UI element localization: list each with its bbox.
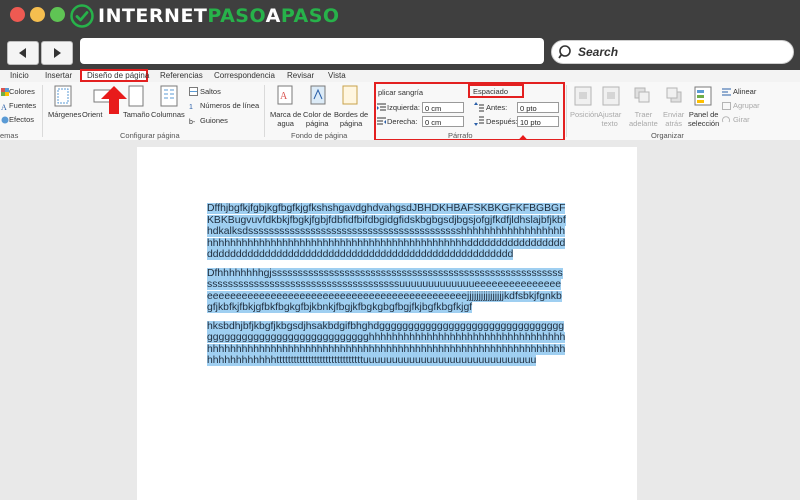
- forward-arrow-icon: [54, 48, 61, 58]
- agrupar-button[interactable]: Agrupar: [733, 101, 760, 110]
- indent-right-icon: [377, 117, 386, 125]
- page-borders-icon: [342, 85, 358, 105]
- watermark-icon: A: [277, 85, 293, 105]
- brand-icon: [70, 4, 94, 28]
- ribbon-separator: [566, 85, 567, 137]
- bordes-de-pagina-button[interactable]: Bordes de página: [334, 110, 368, 128]
- espaciado-label: Espaciado: [473, 87, 509, 96]
- group-label-parrafo: Párrafo: [448, 131, 473, 140]
- back-arrow-icon: [19, 48, 26, 58]
- tab-diseno-de-pagina[interactable]: Diseño de página: [87, 70, 149, 82]
- fonts-icon: A: [1, 103, 7, 110]
- tab-insertar[interactable]: Insertar: [45, 70, 72, 82]
- ajustar-texto-button[interactable]: Ajustar texto: [598, 110, 621, 128]
- svg-text:A: A: [1, 103, 7, 110]
- ribbon-separator: [42, 85, 43, 137]
- paragraph[interactable]: Dfhhhhhhhhgjssssssssssssssssssssssssssss…: [207, 267, 566, 314]
- page-color-icon: [310, 85, 326, 105]
- margenes-button[interactable]: Márgenes: [48, 110, 81, 119]
- antes-label: Antes:: [486, 103, 508, 112]
- numeros-de-linea-button[interactable]: Números de línea: [200, 101, 259, 110]
- hyphenation-icon: b-: [189, 119, 196, 125]
- back-button[interactable]: [7, 41, 39, 65]
- izquierda-label: Izquierda:: [387, 103, 420, 112]
- spacing-after-icon: [474, 116, 484, 126]
- indent-right-input[interactable]: 0 cm: [422, 116, 464, 127]
- search-label: Search: [578, 45, 619, 59]
- tab-revisar[interactable]: Revisar: [287, 70, 314, 82]
- colors-icon: [1, 88, 9, 96]
- group-label-fondo-de-pagina: Fondo de página: [291, 131, 348, 140]
- orientacion-button[interactable]: Orient: [82, 110, 102, 119]
- margins-icon: [54, 85, 72, 107]
- breaks-icon: [189, 87, 198, 96]
- paragraph[interactable]: hksbdhjbfjkbgfjkbgsdjhsakbdgifbhghdggggg…: [207, 320, 566, 367]
- tab-vista[interactable]: Vista: [328, 70, 346, 82]
- guiones-button[interactable]: Guiones: [200, 116, 228, 125]
- search-icon: [558, 45, 571, 59]
- group-icon: [722, 102, 731, 110]
- line-numbers-icon: 1: [189, 104, 193, 110]
- align-icon: [722, 88, 731, 96]
- posicion-button[interactable]: Posición: [570, 110, 598, 119]
- maximize-window-button[interactable]: [50, 7, 65, 22]
- alinear-button[interactable]: Alinear: [733, 87, 756, 96]
- address-bar[interactable]: [80, 38, 544, 64]
- panel-de-seleccion-button[interactable]: Panel de selección: [688, 110, 719, 128]
- svg-text:1: 1: [189, 104, 193, 110]
- tab-referencias[interactable]: Referencias: [160, 70, 203, 82]
- enviar-atras-button[interactable]: Enviar atrás: [663, 110, 684, 128]
- tab-inicio[interactable]: Inicio: [10, 70, 29, 82]
- spacing-after-input[interactable]: 10 pto: [517, 116, 559, 127]
- columns-icon: [160, 85, 178, 107]
- ribbon-separator: [264, 85, 265, 137]
- despues-label: Después:: [486, 117, 518, 126]
- derecha-label: Derecha:: [387, 117, 418, 126]
- girar-button[interactable]: Girar: [733, 115, 750, 124]
- minimize-window-button[interactable]: [30, 7, 45, 22]
- size-icon: [128, 85, 144, 107]
- indent-left-icon: [377, 103, 386, 111]
- group-label-configurar-pagina: Configurar página: [120, 131, 180, 140]
- send-backward-icon: [666, 87, 682, 103]
- forward-button[interactable]: [41, 41, 73, 65]
- paragraph[interactable]: Dffhjbgfkjfgbjkgfbgfkjgfkshshgavdghdvahg…: [207, 203, 566, 261]
- aplicar-sangria-label: plicar sangría: [378, 88, 424, 97]
- group-label-organizar: Organizar: [651, 131, 684, 140]
- spacing-before-icon: [474, 102, 484, 112]
- svg-text:b-: b-: [189, 119, 196, 125]
- spacing-before-input[interactable]: 0 pto: [517, 102, 559, 113]
- browser-chrome: INTERNETPASOAPASO Search: [0, 0, 800, 70]
- search-box[interactable]: Search: [551, 40, 794, 64]
- close-window-button[interactable]: [10, 7, 25, 22]
- marca-de-agua-button[interactable]: Marca de agua: [270, 110, 301, 128]
- fuentes-button[interactable]: Fuentes: [9, 101, 36, 110]
- columnas-button[interactable]: Columnas: [151, 110, 185, 119]
- svg-text:A: A: [280, 91, 288, 102]
- bring-forward-icon: [634, 87, 650, 103]
- color-de-pagina-button[interactable]: Color de página: [303, 110, 331, 128]
- brand-name: INTERNETPASOAPASO: [98, 5, 340, 27]
- brand-logo: INTERNETPASOAPASO: [70, 2, 340, 30]
- indent-left-input[interactable]: 0 cm: [422, 102, 464, 113]
- effects-icon: [1, 116, 9, 124]
- selection-pane-icon: [694, 86, 712, 106]
- wrap-text-icon: [602, 86, 620, 106]
- traer-adelante-button[interactable]: Traer adelante: [629, 110, 658, 128]
- selected-text-block[interactable]: Dffhjbgfkjfgbjkgfbgfkjgfkshshgavdghdvahg…: [207, 203, 566, 374]
- red-arrow-up-icon: [101, 86, 127, 114]
- position-icon: [574, 86, 592, 106]
- group-label-temas: emas: [0, 131, 19, 140]
- tamano-button[interactable]: Tamaño: [123, 110, 150, 119]
- rotate-icon: [722, 116, 730, 123]
- colores-button[interactable]: Colores: [9, 87, 35, 96]
- efectos-button[interactable]: Efectos: [9, 115, 34, 124]
- tab-correspondencia[interactable]: Correspondencia: [214, 70, 275, 82]
- saltos-button[interactable]: Saltos: [200, 87, 221, 96]
